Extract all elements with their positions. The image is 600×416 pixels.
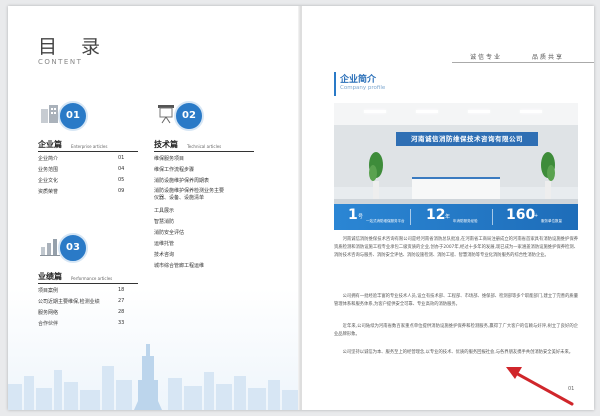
stat-number: 160 [506,207,536,223]
section-heading: 技术篇 Technical articles [154,137,254,152]
toc-subtitle: CONTENT [38,58,83,66]
header-divider [452,62,594,63]
city-skyline-illustration [8,344,300,410]
toc-item[interactable]: 维保工作流程步骤 [154,164,254,174]
toc-item[interactable]: 合作伙伴 33 [38,318,138,328]
toc-section-technical: 02 技术篇 Technical articles 维保服务项目 维保工作流程步… [154,101,254,270]
page-number: 01 [568,386,575,392]
ceiling [334,103,578,125]
toc-item-label: 维保工作流程步骤 [154,167,195,173]
toc-item[interactable]: 智慧消防 [154,216,254,226]
section-heading: 业绩篇 Performance articles [38,269,138,284]
section-number-badge: 02 [174,101,204,131]
body-paragraph: 近年来,公司陆续为河南省数百家重点单位提供消防设施维护保养和检测服务,赢得了广大… [334,324,578,337]
stat-number: 1 [348,207,358,223]
toc-item[interactable]: 项目案例 18 [38,285,138,295]
stat-desc: 服务单位数量 [541,219,562,223]
toc-item-label: 合作伙伴 [38,321,59,327]
plant-icon [369,152,383,199]
toc-item-label: 项目案例 [38,288,59,294]
toc-item-label: 服务网络 [38,310,59,316]
stat-number: 12 [426,207,446,223]
section-number-badge: 03 [58,233,88,263]
toc-item-label: 消防设施维护保养周期表 [154,178,210,184]
toc-item[interactable]: 运维托管 [154,238,254,248]
body-paragraph: 公司拥有一批经验丰富的专业技术人员,设立有技术部、工程部、市场部、维保部、检测部… [334,294,578,307]
toc-item-label: 企业简介 [38,156,59,162]
body-paragraph: 河南诚信消防维保技术咨询有限公司是经河南省消防总队批准,在河南省工商局注册成立的… [334,237,578,258]
section-name: 企业篇 [38,140,62,149]
brochure-spread: 目 录 CONTENT 01 企业篇 Enterprise articles 企… [8,6,594,410]
stat-unit: 号 [358,214,364,220]
toc-item-label: 消防安全评估 [154,230,185,236]
toc-item[interactable]: 服务网络 28 [38,307,138,317]
toc-item-label: 运维托管 [154,241,175,247]
toc-page: 目 录 CONTENT 01 企业篇 Enterprise articles 企… [8,6,300,410]
section-name-en: Enterprise articles [71,144,108,149]
toc-section-enterprise: 01 企业篇 Enterprise articles 企业简介 01 业务范围 04… [38,101,138,196]
section-number-badge: 01 [58,101,88,131]
toc-item-page: 05 [118,177,125,183]
chapter-subtitle: Company profile [340,85,386,91]
toc-item-label: 工具展示 [154,208,175,214]
toc-item[interactable]: 业务范围 04 [38,164,138,174]
toc-item-label: 维保服务项目 [154,156,185,162]
toc-item[interactable]: 维保服务项目 [154,153,254,163]
toc-item-label: 公司近期主要维保,检测业绩 [38,299,100,305]
toc-item[interactable]: 工具展示 [154,205,254,215]
section-heading: 企业篇 Enterprise articles [38,137,138,152]
toc-item-label: 业务范围 [38,167,59,173]
reception-desk [412,177,500,201]
stat-unit: + [534,213,539,219]
toc-item[interactable]: 消防设施维护保养周期表 [154,175,254,185]
toc-item-label: 智慧消防 [154,219,175,225]
company-profile-page: 诚信专业 品质共享 企业简介 Company profile 河南诚信消防维保技… [302,6,594,410]
toc-item[interactable]: 资质荣誉 09 [38,186,138,196]
toc-title: 目 录 [38,36,110,58]
company-sign: 河南诚信消防维保技术咨询有限公司 [396,132,538,146]
toc-item-label: 消防设施维护保养检测业务主要仪器、设备、设施清单 [154,188,225,201]
body-paragraph: 公司坚持以诚信为本、服务至上的经营理念,以专业的技术、优质的服务回报社会,与各界… [342,350,574,355]
section-name-en: Technical articles [187,144,222,149]
section-name-en: Performance articles [71,276,113,281]
stats-banner: 1 号 一站式消防维保服务平台 12 年 年消防服务经验 160 + 服务单位数… [334,204,578,230]
chapter-accent-bar [334,72,336,96]
stat-desc: 一站式消防维保服务平台 [366,219,405,223]
toc-item-page: 01 [118,155,125,161]
toc-item-label: 资质荣誉 [38,189,59,195]
section-name: 业绩篇 [38,272,62,281]
toc-item-page: 28 [118,309,125,315]
toc-item-page: 18 [118,287,125,293]
header-tag: 诚信专业 [470,54,503,61]
stat-unit: 年 [445,214,451,220]
toc-item-page: 27 [118,298,125,304]
toc-item[interactable]: 城市综合管廊工程运维 [154,260,254,270]
toc-item-label: 城市综合管廊工程运维 [154,263,205,269]
toc-item-page: 33 [118,320,125,326]
office-photo: 河南诚信消防维保技术咨询有限公司 1 号 一站式消防维保服务平台 12 年 年消… [334,103,578,230]
section-name: 技术篇 [154,140,178,149]
toc-item-page: 04 [118,166,125,172]
stat-desc: 年消防服务经验 [453,219,478,223]
toc-item-page: 09 [118,188,125,194]
toc-item-label: 技术咨询 [154,252,175,258]
header-tag: 品质共享 [532,54,565,61]
toc-item[interactable]: 公司近期主要维保,检测业绩 27 [38,296,138,306]
toc-item[interactable]: 企业文化 05 [38,175,138,185]
chapter-title: 企业简介 [340,75,377,85]
plant-icon [541,152,555,199]
toc-item[interactable]: 消防设施维护保养检测业务主要仪器、设备、设施清单 [154,186,254,204]
toc-section-performance: 03 业绩篇 Performance articles 项目案例 18 公司近期主… [38,233,138,328]
toc-item[interactable]: 技术咨询 [154,249,254,259]
toc-item[interactable]: 消防安全评估 [154,227,254,237]
toc-item[interactable]: 企业简介 01 [38,153,138,163]
toc-item-label: 企业文化 [38,178,59,184]
